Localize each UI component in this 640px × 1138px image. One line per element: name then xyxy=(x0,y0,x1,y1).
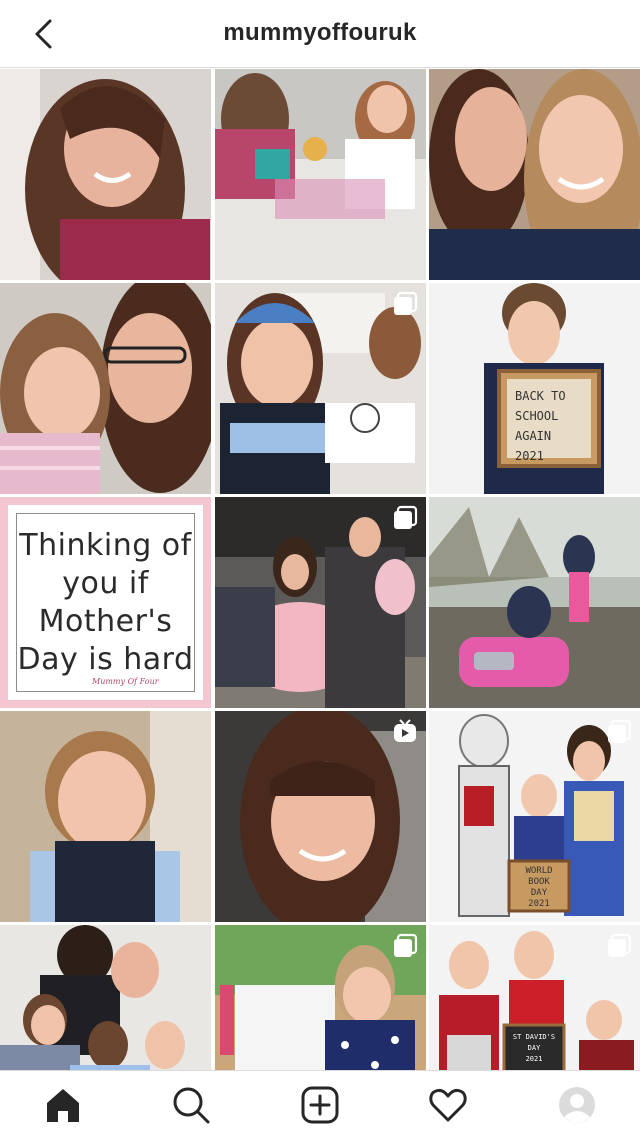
carousel-icon xyxy=(608,719,632,743)
brand-logo: Mummy Of Four xyxy=(92,677,159,686)
nav-profile[interactable] xyxy=(557,1085,597,1125)
carousel-icon xyxy=(393,291,417,315)
carousel-icon xyxy=(393,933,417,957)
quote-text: Thinking of you if Mother's Day is hard xyxy=(17,527,194,677)
bottom-navigation xyxy=(0,1070,640,1138)
profile-header: mummyoffouruk xyxy=(0,0,640,68)
quote-card: Thinking of you if Mother's Day is hard … xyxy=(8,505,203,700)
home-icon xyxy=(47,1089,79,1122)
post-tile[interactable] xyxy=(429,69,640,280)
world-book-day-sign: WORLD BOOK DAY 2021 xyxy=(525,866,553,909)
post-image xyxy=(429,497,640,708)
post-tile[interactable] xyxy=(214,711,426,922)
posts-grid: BACK TO SCHOOL AGAIN 2021 Thinking of yo… xyxy=(0,69,640,1136)
nav-home[interactable] xyxy=(43,1085,83,1125)
nav-search[interactable] xyxy=(171,1085,211,1125)
post-tile[interactable] xyxy=(214,283,426,494)
profile-username: mummyoffouruk xyxy=(223,19,417,46)
post-image xyxy=(0,283,211,494)
post-image xyxy=(0,69,211,280)
post-tile[interactable]: Thinking of you if Mother's Day is hard … xyxy=(0,497,211,708)
post-tile[interactable] xyxy=(429,497,640,708)
carousel-icon xyxy=(608,933,632,957)
post-tile[interactable]: WORLD BOOK DAY 2021 xyxy=(429,711,640,922)
post-image xyxy=(214,69,426,280)
back-to-school-sign: BACK TO SCHOOL AGAIN 2021 xyxy=(515,389,566,463)
reel-icon xyxy=(393,719,416,742)
nav-new-post[interactable] xyxy=(300,1085,340,1125)
post-image xyxy=(0,711,211,922)
profile-avatar xyxy=(559,1087,595,1123)
post-image xyxy=(429,69,640,280)
activity-heart-icon xyxy=(429,1088,467,1122)
post-tile[interactable] xyxy=(0,711,211,922)
post-tile[interactable]: BACK TO SCHOOL AGAIN 2021 xyxy=(429,283,640,494)
post-tile[interactable] xyxy=(0,69,211,280)
search-icon xyxy=(173,1087,210,1124)
new-post-icon xyxy=(301,1086,339,1124)
post-tile[interactable] xyxy=(214,69,426,280)
post-tile[interactable] xyxy=(214,497,426,708)
carousel-icon xyxy=(393,505,417,529)
post-tile[interactable] xyxy=(0,283,211,494)
nav-activity[interactable] xyxy=(428,1085,468,1125)
st-davids-day-sign: ST DAVID'S DAY 2021 xyxy=(512,1033,556,1063)
